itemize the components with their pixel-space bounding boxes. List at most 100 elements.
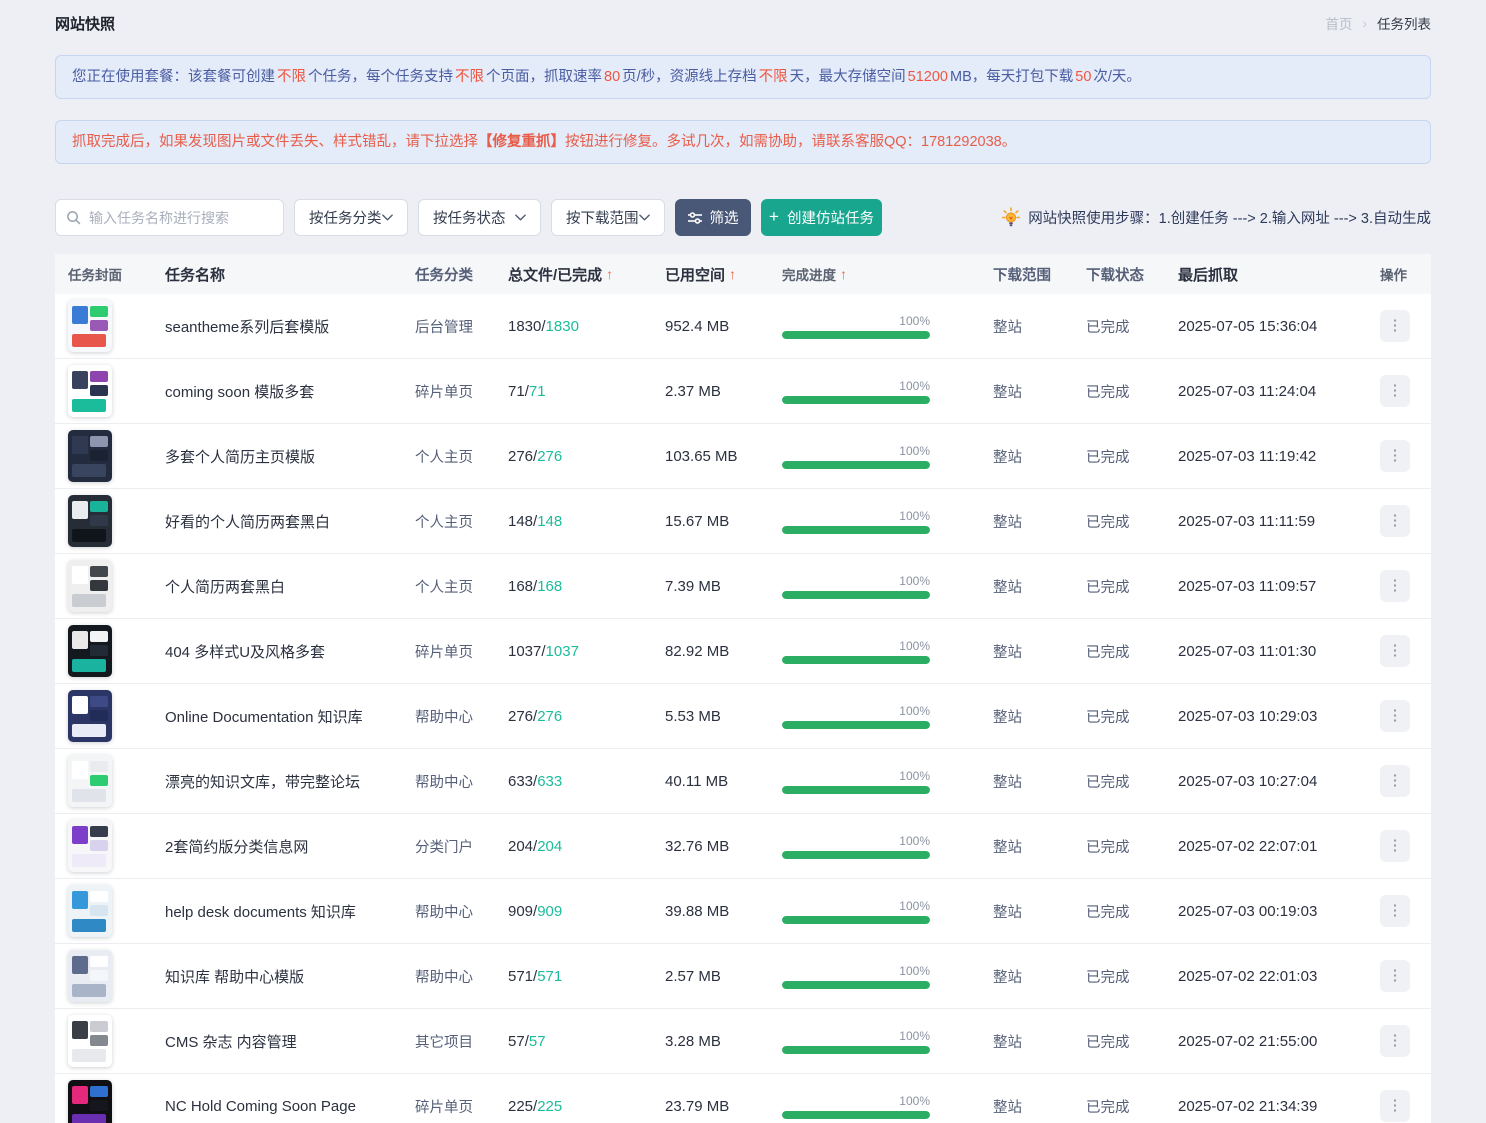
row-actions-menu-button[interactable]: ⋮ [1380, 700, 1410, 732]
column-header-label: 任务分类 [415, 264, 473, 285]
task-cover-thumbnail[interactable] [68, 1080, 112, 1123]
task-files: 148/148 [508, 513, 665, 530]
column-header-label: 下载范围 [993, 264, 1051, 285]
task-cover-thumbnail[interactable] [68, 365, 112, 417]
task-cover-thumbnail[interactable] [68, 495, 112, 547]
banner-text: 您正在使用套餐：该套餐可创建 [72, 69, 275, 85]
sort-ascending-icon[interactable]: ↑ [840, 266, 847, 282]
filter-category-dropdown[interactable]: 按任务分类 [294, 199, 408, 236]
files-done: 633 [537, 773, 562, 790]
task-cover-thumbnail[interactable] [68, 950, 112, 1002]
files-total: 571 [508, 968, 533, 985]
task-name[interactable]: 知识库 帮助中心模版 [165, 966, 415, 987]
row-actions-menu-button[interactable]: ⋮ [1380, 375, 1410, 407]
task-category: 帮助中心 [415, 966, 508, 987]
task-name[interactable]: help desk documents 知识库 [165, 901, 415, 922]
column-header-files[interactable]: 总文件/已完成↑ [508, 264, 665, 285]
files-done: 148 [537, 513, 562, 530]
banner-text: 个页面，抓取速率 [486, 69, 602, 85]
task-cover-thumbnail[interactable] [68, 885, 112, 937]
task-cover-thumbnail[interactable] [68, 1015, 112, 1067]
files-total: 204 [508, 838, 533, 855]
task-space-used: 2.57 MB [665, 968, 782, 985]
row-actions-menu-button[interactable]: ⋮ [1380, 635, 1410, 667]
table-row: CMS 杂志 内容管理 其它项目 57/57 3.28 MB 100% 整站 已… [55, 1009, 1431, 1074]
task-download-status: 已完成 [1086, 641, 1178, 662]
task-files: 204/204 [508, 838, 665, 855]
task-cover-thumbnail[interactable] [68, 820, 112, 872]
task-category: 碎片单页 [415, 1096, 508, 1117]
banner-highlight-value: 50 [1073, 69, 1093, 85]
search-box[interactable] [55, 199, 284, 236]
kebab-icon: ⋮ [1388, 960, 1403, 992]
task-name[interactable]: NC Hold Coming Soon Page [165, 1098, 415, 1115]
row-actions-menu-button[interactable]: ⋮ [1380, 1025, 1410, 1057]
files-total: 71 [508, 383, 525, 400]
plan-info-banner: 您正在使用套餐：该套餐可创建不限个任务，每个任务支持不限个页面，抓取速率80页/… [55, 55, 1431, 99]
task-last-crawl-time: 2025-07-02 22:01:03 [1178, 968, 1376, 985]
row-actions-menu-button[interactable]: ⋮ [1380, 960, 1410, 992]
task-name[interactable]: seantheme系列后套模版 [165, 316, 415, 337]
files-done: 276 [537, 708, 562, 725]
create-task-button[interactable]: + 创建仿站任务 [761, 199, 882, 236]
row-actions-menu-button[interactable]: ⋮ [1380, 505, 1410, 537]
task-cover-thumbnail[interactable] [68, 560, 112, 612]
files-total: 225 [508, 1098, 533, 1115]
filter-category-label: 按任务分类 [309, 207, 382, 228]
breadcrumb-home-link[interactable]: 首页 [1325, 13, 1352, 33]
column-header-label: 任务名称 [165, 264, 225, 285]
sort-ascending-icon[interactable]: ↑ [606, 266, 613, 282]
task-download-status: 已完成 [1086, 576, 1178, 597]
row-actions-menu-button[interactable]: ⋮ [1380, 830, 1410, 862]
row-actions-menu-button[interactable]: ⋮ [1380, 440, 1410, 472]
row-actions-menu-button[interactable]: ⋮ [1380, 1090, 1410, 1122]
column-header-label: 最后抓取 [1178, 264, 1238, 285]
column-header-label: 下载状态 [1086, 264, 1144, 285]
column-header-cover: 任务封面 [55, 264, 165, 284]
task-name[interactable]: coming soon 模版多套 [165, 381, 415, 402]
task-name[interactable]: 多套个人简历主页模版 [165, 446, 415, 467]
progress-percent-label: 100% [782, 1029, 930, 1043]
progress-bar-fill [782, 786, 930, 794]
task-cover-thumbnail[interactable] [68, 755, 112, 807]
filter-status-dropdown[interactable]: 按任务状态 [418, 199, 541, 236]
kebab-icon: ⋮ [1388, 375, 1403, 407]
repair-notice-banner: 抓取完成后，如果发现图片或文件丢失、样式错乱，请下拉选择【修复重抓】按钮进行修复… [55, 120, 1431, 164]
task-cover-thumbnail[interactable] [68, 625, 112, 677]
progress-percent-label: 100% [782, 379, 930, 393]
task-download-range: 整站 [993, 771, 1086, 792]
column-header-space[interactable]: 已用空间↑ [665, 264, 782, 285]
filter-button[interactable]: 筛选 [675, 199, 751, 236]
task-name[interactable]: 漂亮的知识文库，带完整论坛 [165, 771, 415, 792]
toolbar: 按任务分类 按任务状态 按下载范围 筛选 [55, 199, 1431, 236]
task-files: 633/633 [508, 773, 665, 790]
task-name[interactable]: 2套简约版分类信息网 [165, 836, 415, 857]
kebab-icon: ⋮ [1388, 1090, 1403, 1122]
table-row: 404 多样式U及风格多套 碎片单页 1037/1037 82.92 MB 10… [55, 619, 1431, 684]
row-actions-menu-button[interactable]: ⋮ [1380, 765, 1410, 797]
progress-bar [782, 981, 930, 989]
task-cover-thumbnail[interactable] [68, 430, 112, 482]
row-actions-menu-button[interactable]: ⋮ [1380, 895, 1410, 927]
task-name[interactable]: 404 多样式U及风格多套 [165, 641, 415, 662]
task-name[interactable]: CMS 杂志 内容管理 [165, 1031, 415, 1052]
task-name[interactable]: 个人简历两套黑白 [165, 576, 415, 597]
task-cover-thumbnail[interactable] [68, 300, 112, 352]
task-cover-thumbnail[interactable] [68, 690, 112, 742]
sort-ascending-icon[interactable]: ↑ [729, 266, 736, 282]
task-name[interactable]: Online Documentation 知识库 [165, 706, 415, 727]
row-actions-menu-button[interactable]: ⋮ [1380, 310, 1410, 342]
task-space-used: 15.67 MB [665, 513, 782, 530]
row-actions-menu-button[interactable]: ⋮ [1380, 570, 1410, 602]
task-name[interactable]: 好看的个人简历两套黑白 [165, 511, 415, 532]
column-header-progress[interactable]: 完成进度↑ [782, 264, 993, 284]
task-space-used: 23.79 MB [665, 1098, 782, 1115]
breadcrumb-separator-icon: › [1362, 15, 1367, 31]
search-input[interactable] [89, 210, 273, 226]
task-files: 71/71 [508, 383, 665, 400]
progress-bar-fill [782, 851, 930, 859]
progress-bar-fill [782, 721, 930, 729]
filter-range-dropdown[interactable]: 按下载范围 [551, 199, 665, 236]
page-title: 网站快照 [55, 13, 115, 34]
banner-text: MB，每天打包下载 [950, 69, 1073, 85]
